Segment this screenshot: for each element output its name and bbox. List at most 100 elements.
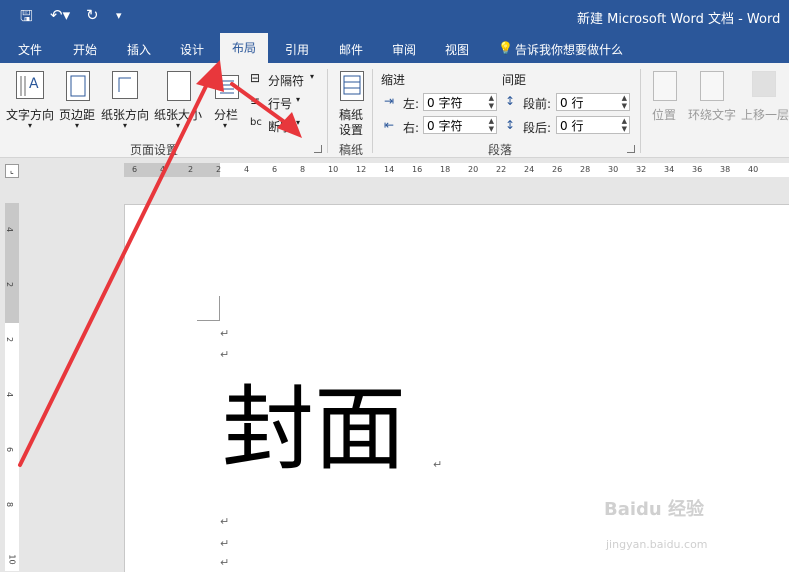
spinner-arrows-icon[interactable]: ▲ ▼ [489, 117, 494, 133]
chevron-down-icon: ▾ [28, 121, 33, 130]
chevron-down-icon: ▾ [296, 95, 301, 104]
indent-left-label: 左: [403, 97, 420, 111]
spacing-after-field[interactable]: 0 行 ▲ ▼ [556, 116, 630, 134]
margin-corner-mark [197, 296, 220, 321]
spacing-header: 间距 [502, 73, 527, 87]
chevron-down-icon: ▾ [123, 121, 128, 130]
spacing-after-value: 0 行 [560, 119, 584, 133]
tab-view[interactable]: 视图 [445, 41, 469, 58]
redo-icon[interactable]: ↻ [86, 6, 99, 24]
group-divider [327, 69, 328, 153]
indent-right-icon: ⇤ [384, 118, 395, 132]
indent-left-field[interactable]: 0 字符 ▲ ▼ [423, 93, 497, 111]
ruler-tick-label: 8 [300, 165, 306, 174]
spinner-arrows-icon[interactable]: ▲ ▼ [622, 117, 627, 133]
tab-mailings[interactable]: 邮件 [339, 41, 363, 58]
tab-home[interactable]: 开始 [73, 41, 97, 58]
hyphenation-button[interactable]: 断字 [268, 118, 292, 135]
spacing-after-label: 段后: [523, 121, 552, 135]
position-button[interactable]: 位置 [652, 106, 676, 123]
ruler-margin [5, 203, 19, 323]
tab-selector-icon[interactable]: ⌞ [5, 164, 19, 178]
tab-review[interactable]: 审阅 [392, 41, 416, 58]
indent-header: 缩进 [381, 73, 406, 87]
spacing-before-icon: ↕ [505, 94, 516, 108]
paragraph-mark: ↵ [220, 556, 230, 569]
ruler-tick-label: 34 [664, 165, 675, 174]
page-setup-launcher-icon[interactable] [314, 145, 322, 153]
customize-qat-icon[interactable]: ▾ [116, 9, 122, 22]
margins-icon [66, 71, 90, 101]
tab-file[interactable]: 文件 [18, 41, 42, 58]
spinner-arrows-icon[interactable]: ▲ ▼ [622, 94, 627, 110]
chevron-down-icon: ▾ [296, 118, 301, 127]
ruler-tick-label: 40 [748, 165, 759, 174]
breaks-icon: ⊟ [250, 71, 261, 85]
window-title: 新建 Microsoft Word 文档 - Word [577, 12, 781, 27]
paragraph-mark: ↵ [220, 515, 230, 528]
paragraph-launcher-icon[interactable] [627, 145, 635, 153]
svg-text:A: A [29, 76, 39, 92]
ruler-tick-label: 26 [552, 165, 563, 174]
manuscript-settings-line2[interactable]: 设置 [339, 121, 363, 138]
spacing-after-icon: ↕ [505, 118, 516, 132]
ruler-tick-label: 30 [608, 165, 619, 174]
spacing-before-field[interactable]: 0 行 ▲ ▼ [556, 93, 630, 111]
ruler-tick-label: 6 [132, 165, 138, 174]
paragraph-mark: ↵ [220, 327, 230, 340]
watermark-logo: Baidu 经验 [604, 499, 705, 520]
indent-left-icon: ⇥ [384, 94, 395, 108]
chevron-down-icon: ▾ [310, 72, 315, 81]
ruler-tick-label: 8 [5, 501, 15, 508]
ruler-tick-label: 6 [272, 165, 278, 174]
group-divider [640, 69, 641, 153]
orientation-icon [112, 71, 138, 99]
indent-right-field[interactable]: 0 字符 ▲ ▼ [423, 116, 497, 134]
ruler-tick-label: 4 [5, 391, 15, 398]
lightbulb-icon: 💡 [498, 41, 513, 55]
ribbon-layout: A 文字方向 ▾ 页边距 ▾ 纸张方向 ▾ 纸张大小 ▾ 分栏 ▾ ⊟ 分隔符 … [0, 63, 789, 158]
ruler-tick-label: 10 [7, 554, 17, 565]
manuscript-icon [340, 71, 364, 101]
tab-layout[interactable]: 布局 [220, 33, 269, 63]
paragraph-mark: ↵ [220, 348, 230, 361]
bring-forward-icon [752, 71, 776, 97]
line-numbers-icon: ≡ [250, 94, 261, 108]
breaks-button[interactable]: 分隔符 [268, 72, 304, 89]
ruler-tick-label: 12 [356, 165, 367, 174]
wrap-text-button[interactable]: 环绕文字 [688, 106, 736, 123]
indent-right-value: 0 字符 [427, 119, 463, 133]
vertical-ruler[interactable]: 4 2 2 4 6 8 10 [5, 203, 19, 571]
ruler-tick-label: 2 [5, 281, 15, 288]
chevron-down-icon: ▾ [75, 121, 80, 130]
ruler-tick-label: 2 [188, 165, 194, 174]
spinner-arrows-icon[interactable]: ▲ ▼ [489, 94, 494, 110]
tab-insert[interactable]: 插入 [127, 41, 151, 58]
horizontal-ruler[interactable]: 6 4 2 2 4 6 8 10 12 14 16 18 20 22 24 26 28 30 32 34 36 38 40 [124, 163, 789, 177]
document-heading[interactable]: 封面 [222, 375, 406, 485]
watermark-url: jingyan.baidu.com [606, 538, 708, 551]
ruler-tick-label: 24 [524, 165, 535, 174]
ruler-tick-label: 38 [720, 165, 731, 174]
position-icon [653, 71, 677, 101]
chevron-down-icon: ▾ [223, 121, 228, 130]
undo-icon[interactable]: ↶▾ [50, 6, 70, 24]
paragraph-mark: ↵ [433, 458, 443, 471]
paragraph-mark: ↵ [220, 537, 230, 550]
tab-design[interactable]: 设计 [180, 41, 204, 58]
ruler-tick-label: 32 [636, 165, 647, 174]
indent-right-label: 右: [403, 121, 420, 135]
line-numbers-button[interactable]: 行号 [268, 95, 292, 112]
ruler-tick-label: 20 [468, 165, 479, 174]
save-icon[interactable]: 🖫 [20, 6, 33, 31]
tell-me-box[interactable]: 告诉我你想要做什么 [515, 41, 623, 58]
tab-references[interactable]: 引用 [285, 41, 309, 58]
hyphenation-icon: bc [250, 117, 262, 128]
ruler-tick-label: 6 [5, 446, 15, 453]
columns-icon [215, 75, 239, 99]
ruler-tick-label: 4 [244, 165, 250, 174]
ruler-margin [124, 163, 220, 177]
bring-forward-button[interactable]: 上移一层 [741, 106, 789, 123]
ruler-tick-label: 4 [5, 226, 15, 233]
group-divider [372, 69, 373, 153]
